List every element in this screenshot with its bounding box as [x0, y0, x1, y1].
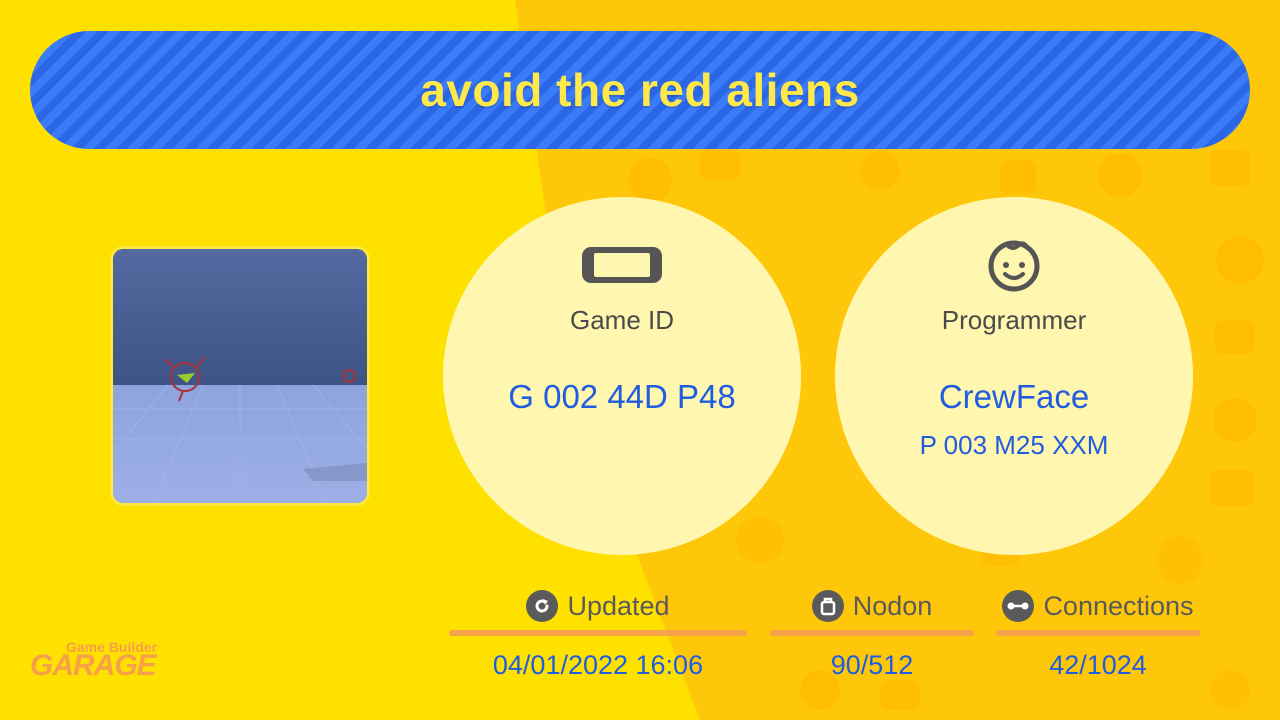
game-id-label: Game ID [569, 305, 675, 335]
updated-underline [449, 630, 747, 636]
connections-icon [1002, 590, 1035, 622]
connections-value: 42/1024 [1049, 650, 1147, 680]
stat-connections: Connections 42/1024 [996, 588, 1200, 681]
game-thumbnail [113, 249, 367, 503]
game-id-value: G 002 44D P48 [508, 378, 736, 415]
nodon-label: Nodon [852, 590, 933, 621]
updated-label: Updated [567, 590, 670, 621]
updated-value: 04/01/2022 16:06 [492, 650, 704, 680]
programmer-panel: Programmer CrewFace P 003 M25 XXM [835, 197, 1193, 555]
nodon-underline [770, 630, 974, 636]
stat-nodon: Nodon 90/512 [770, 588, 974, 681]
connections-underline [996, 630, 1200, 636]
stat-updated: Updated 04/01/2022 16:06 [449, 588, 747, 681]
programmer-id: P 003 M25 XXM [919, 430, 1109, 460]
programmer-name: CrewFace [938, 378, 1090, 415]
programmer-label: Programmer [941, 305, 1087, 335]
nodon-value: 90/512 [830, 650, 914, 680]
refresh-icon [526, 590, 559, 622]
nodon-icon [811, 590, 844, 622]
game-id-panel: Game ID G 002 44D P48 [443, 197, 801, 555]
title-banner: avoid the red aliens [30, 31, 1250, 149]
switch-console-icon [582, 247, 662, 283]
face-icon [988, 240, 1040, 292]
connections-label: Connections [1043, 590, 1194, 621]
logo-line2: GARAGE [30, 649, 157, 682]
game-title: avoid the red aliens [420, 64, 860, 116]
